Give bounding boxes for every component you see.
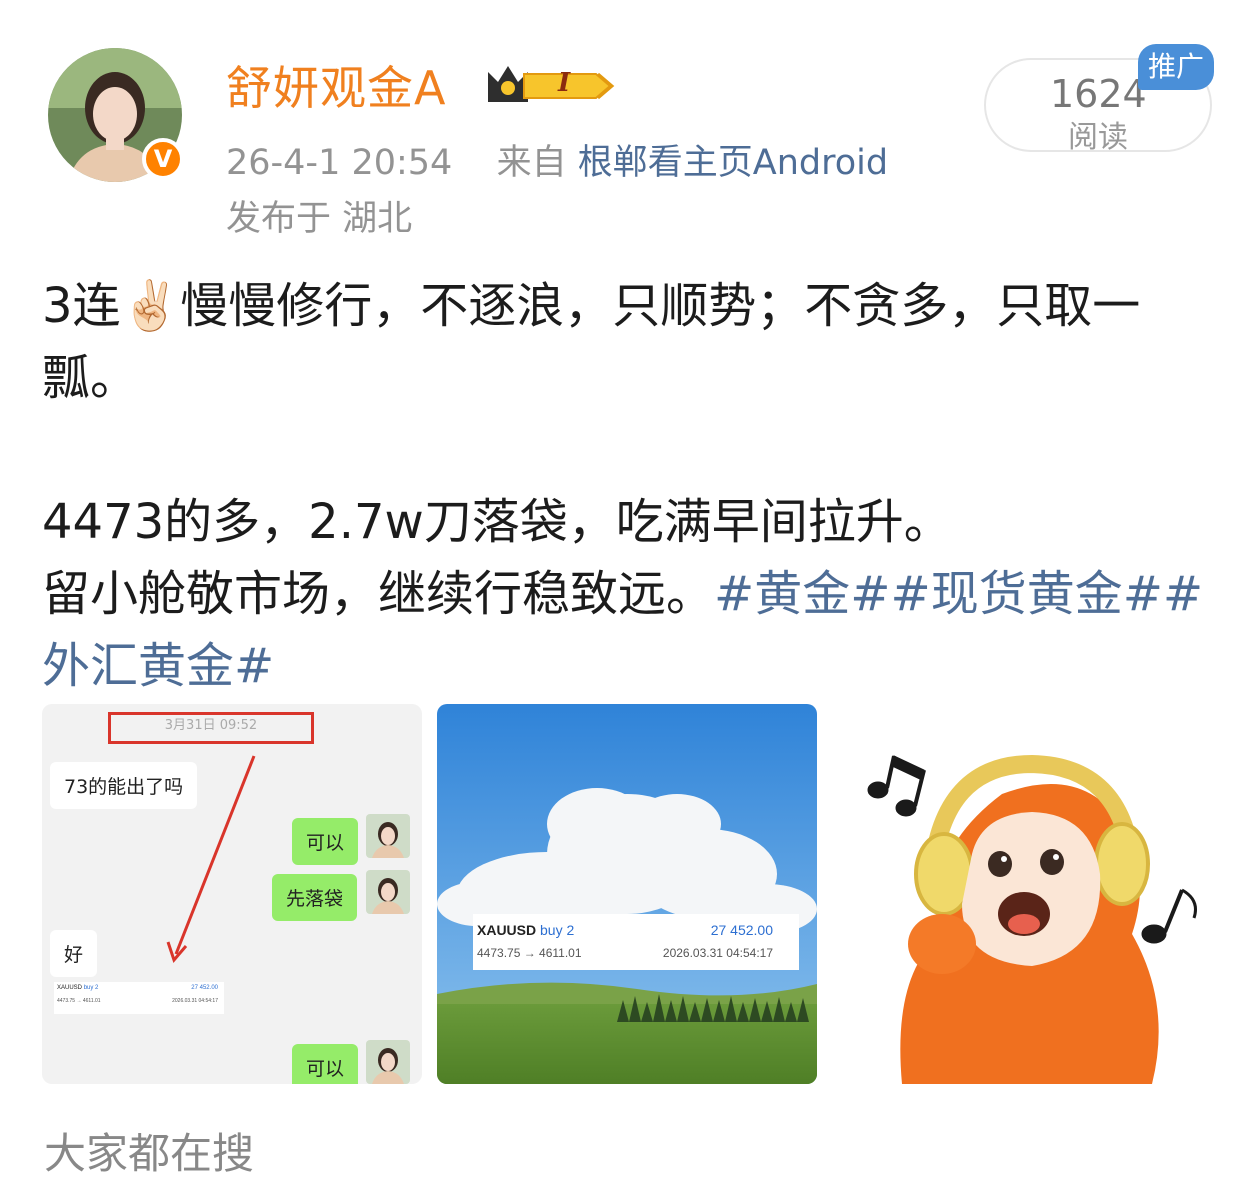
mini-trade-card: XAUUSD buy 2 4473.75 → 4611.01 27 452.00… <box>54 982 224 1014</box>
post-line-1: 3连✌🏻慢慢修行，不逐浪，只顺势；不贪多，只取一瓢。 <box>42 278 1141 406</box>
trending-search-label: 大家都在搜 <box>44 1129 255 1178</box>
avatar[interactable]: V <box>48 48 184 182</box>
username[interactable]: 舒妍观金A <box>226 52 446 118</box>
chat-avatar <box>366 814 410 858</box>
read-count: 1624 <box>1050 72 1147 116</box>
level-crown-icon[interactable]: I <box>484 62 616 108</box>
chat-message: 先落袋 <box>272 874 358 921</box>
chat-avatar <box>366 1040 410 1084</box>
trade-prices: 4473.75 → 4611.01 <box>477 946 582 960</box>
verified-badge-icon: V <box>142 138 184 180</box>
chat-message: 可以 <box>292 818 359 865</box>
post-image-landscape[interactable]: XAUUSD buy 2 4473.75 → 4611.01 27 452.00… <box>437 704 817 1084</box>
trade-profit: 27 452.00 <box>710 922 773 938</box>
post-meta: 26-4-1 20:54 来自 根郸看主页Android <box>226 134 888 185</box>
chat-message: 可以 <box>292 1044 359 1084</box>
chat-avatar <box>366 870 410 914</box>
level-badge-label: I <box>558 68 571 98</box>
source-link[interactable]: 根郸看主页Android <box>578 143 888 183</box>
trade-card: XAUUSD buy 2 4473.75 → 4611.01 27 452.00… <box>473 914 799 970</box>
post-image-sticker[interactable] <box>832 704 1212 1084</box>
chat-message: 73的能出了吗 <box>50 762 198 809</box>
location: 发布于 湖北 <box>226 199 413 239</box>
topic-spot-gold[interactable]: #现货黄金# <box>890 566 1162 622</box>
timestamp: 26-4-1 20:54 <box>226 143 453 183</box>
trade-time: 2026.03.31 04:54:17 <box>662 946 773 960</box>
post-image-chat[interactable]: 3月31日 09:52 73的能出了吗 可以 先落袋 好 XAUUSD buy … <box>42 704 422 1084</box>
trade-symbol: XAUUSD buy 2 <box>477 922 575 938</box>
chat-message: 好 <box>50 930 98 977</box>
from-label: 来自 <box>496 143 567 183</box>
read-label: 阅读 <box>1068 120 1128 155</box>
post-body: 3连✌🏻慢慢修行，不逐浪，只顺势；不贪多，只取一瓢。 4473的多，2.7w刀落… <box>42 270 1214 702</box>
promo-tag[interactable]: 推广 <box>1138 44 1214 90</box>
topic-gold[interactable]: #黄金# <box>714 566 890 622</box>
post-line-3: 留小舱敬市场，继续行稳致远。#黄金##现货黄金##外汇黄金# <box>42 558 1214 702</box>
post-line-3-text: 留小舱敬市场，继续行稳致远。 <box>42 566 715 622</box>
post-line-2: 4473的多，2.7w刀落袋，吃满早间拉升。 <box>42 494 952 550</box>
